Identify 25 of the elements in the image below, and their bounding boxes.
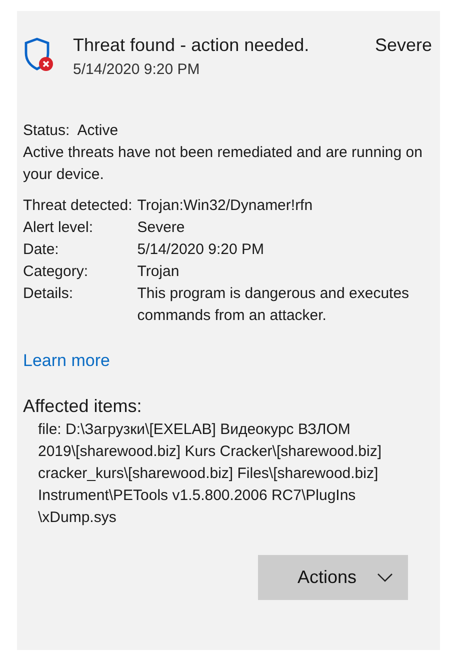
detail-value: Severe bbox=[137, 218, 186, 238]
alert-title: Threat found - action needed. bbox=[73, 34, 310, 56]
detail-value: 5/14/2020 9:20 PM bbox=[137, 240, 265, 260]
detail-value: This program is dangerous and executes commands from an attacker. bbox=[137, 284, 410, 326]
actions-button[interactable]: Actions bbox=[258, 555, 408, 600]
detail-value: Trojan bbox=[137, 262, 180, 282]
learn-more-link[interactable]: Learn more bbox=[23, 351, 110, 371]
status-description: Active threats have not been remediated and are running on your device. bbox=[23, 143, 424, 185]
affected-items-heading: Affected items: bbox=[23, 396, 143, 417]
detail-label: Threat detected: bbox=[23, 196, 132, 216]
chevron-down-icon bbox=[376, 572, 393, 582]
detail-label: Date: bbox=[23, 240, 60, 260]
file-path-line: 2019\[sharewood.biz] Kurs Cracker\[sharewood.biz] bbox=[38, 442, 383, 462]
file-path-line: file: D:\Загрузки\[EXELAB] Видеокурс ВЗЛОМ bbox=[38, 420, 352, 440]
detail-label: Details: bbox=[23, 284, 74, 304]
file-path-line: Instrument\PETools v1.5.800.2006 RC7\PlugIns bbox=[38, 486, 357, 506]
alert-timestamp: 5/14/2020 9:20 PM bbox=[73, 61, 201, 78]
detail-label: Alert level: bbox=[23, 218, 94, 238]
severity-label: Severe bbox=[374, 34, 432, 56]
file-path-line: \xDump.sys bbox=[38, 508, 118, 528]
detail-value: Trojan:Win32/Dynamer!rfn bbox=[137, 196, 314, 216]
shield-error-icon bbox=[23, 37, 53, 73]
file-path-line: cracker_kurs\[sharewood.biz] Files\[sharewood.biz] bbox=[38, 464, 380, 484]
status-label: Status: Active bbox=[23, 121, 120, 141]
detail-label: Category: bbox=[23, 262, 90, 282]
